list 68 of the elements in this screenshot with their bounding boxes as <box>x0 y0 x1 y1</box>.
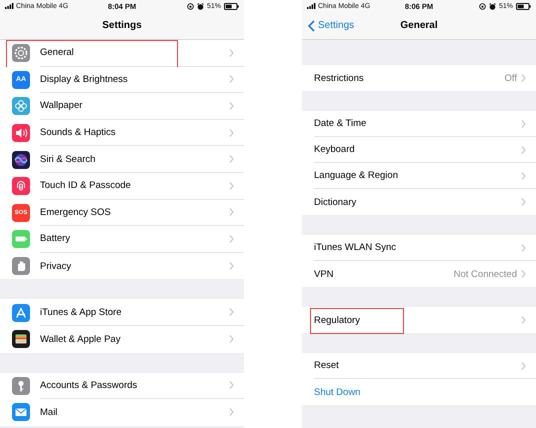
chevron-icon <box>229 75 234 84</box>
settings-row[interactable]: General <box>0 40 244 67</box>
settings-row[interactable]: iTunes & App Store <box>0 299 244 326</box>
settings-row[interactable]: Date & Time <box>302 111 536 137</box>
lock-rotation-icon <box>479 2 486 10</box>
chevron-icon <box>229 48 234 57</box>
value-text: Off <box>504 72 517 84</box>
settings-row[interactable]: Touch ID & Passcode <box>0 172 244 200</box>
settings-row[interactable]: Regulatory <box>302 307 536 333</box>
nav-title: General <box>400 20 438 31</box>
settings-row[interactable]: Accounts & Passwords <box>0 372 244 400</box>
settings-row[interactable]: Reset <box>302 353 536 379</box>
chevron-icon <box>521 362 526 370</box>
chevron-icon <box>229 335 234 344</box>
wave-icon <box>12 150 30 169</box>
envelope-icon <box>12 403 30 422</box>
fingerprint-icon <box>12 177 30 196</box>
settings-row[interactable]: Sounds & Haptics <box>0 120 244 146</box>
alarm-icon <box>489 2 496 10</box>
chevron-icon <box>521 270 526 278</box>
value-text: Not Connected <box>454 268 517 280</box>
chevron-icon <box>229 128 234 137</box>
chevron-icon <box>229 208 234 216</box>
app-store-icon <box>12 304 30 322</box>
settings-row[interactable]: Wallpaper <box>0 93 244 120</box>
battery-icon <box>224 2 240 10</box>
battery-icon <box>12 230 30 248</box>
alarm-icon <box>197 2 204 10</box>
settings-row[interactable]: Language & Region <box>302 163 536 189</box>
nav-title: Settings <box>102 20 142 31</box>
chevron-icon <box>229 262 234 270</box>
settings-row[interactable]: Shut Down <box>302 379 536 405</box>
chevron-icon <box>521 172 526 180</box>
chevron-icon <box>229 234 234 243</box>
wallet-icon <box>12 330 30 348</box>
settings-row[interactable]: VPN Not Connected <box>302 261 536 287</box>
settings-row[interactable]: Siri & Search <box>0 146 244 173</box>
chevron-icon <box>229 381 234 390</box>
chevron-icon <box>521 146 526 154</box>
signal-icon <box>307 3 316 9</box>
signal-icon <box>5 3 14 9</box>
chevron-icon <box>521 316 526 324</box>
settings-row[interactable]: Mail <box>0 399 244 426</box>
settings-row[interactable]: Wallet & Apple Pay <box>0 326 244 353</box>
hand-icon <box>12 257 30 276</box>
key-icon <box>12 376 30 395</box>
back-button[interactable]: Settings <box>308 12 354 39</box>
back-chevron-icon <box>308 20 315 32</box>
chevron-icon <box>229 308 234 316</box>
chevron-icon <box>521 244 526 252</box>
chevron-icon <box>521 74 526 82</box>
chevron-icon <box>229 102 234 110</box>
chevron-icon <box>521 120 526 128</box>
chevron-icon <box>521 198 526 206</box>
chevron-icon <box>229 408 234 416</box>
settings-row[interactable]: Dictionary <box>302 189 536 215</box>
chevron-icon <box>229 182 234 190</box>
chevron-icon <box>229 155 234 164</box>
settings-row[interactable]: Keyboard <box>302 137 536 163</box>
settings-row[interactable]: Battery <box>0 226 244 253</box>
flower-icon <box>12 97 30 116</box>
settings-row[interactable]: iTunes WLAN Sync <box>302 235 536 261</box>
settings-row[interactable]: Privacy <box>0 252 244 280</box>
battery-icon <box>516 2 532 10</box>
speaker-icon <box>12 124 30 142</box>
lock-rotation-icon <box>187 2 194 10</box>
gear-icon <box>12 44 30 62</box>
settings-row[interactable]: Restrictions Off <box>302 65 536 91</box>
